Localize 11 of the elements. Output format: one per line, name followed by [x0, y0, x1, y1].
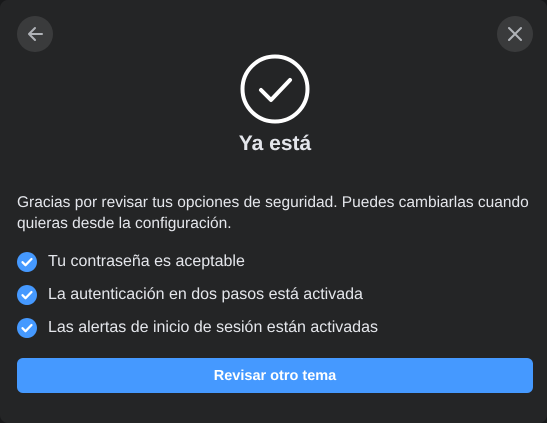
review-button[interactable]: Revisar otro tema: [17, 358, 533, 393]
close-button[interactable]: [497, 16, 533, 52]
checklist-item: La autenticación en dos pasos está activada: [48, 286, 363, 304]
checklist-item: Tu contraseña es aceptable: [48, 253, 245, 271]
back-arrow-icon: [26, 25, 44, 43]
close-icon: [507, 26, 523, 42]
message-text: Gracias por revisar tus opciones de seguridad. Puedes cambiarlas cuando quieras desde la configuración.: [17, 193, 530, 234]
checklist-item: Las alertas de inicio de sesión están activadas: [48, 319, 378, 337]
checkmark-circle-icon: [240, 54, 310, 124]
dialog-title: Ya está: [238, 132, 312, 156]
back-button[interactable]: [17, 16, 53, 52]
